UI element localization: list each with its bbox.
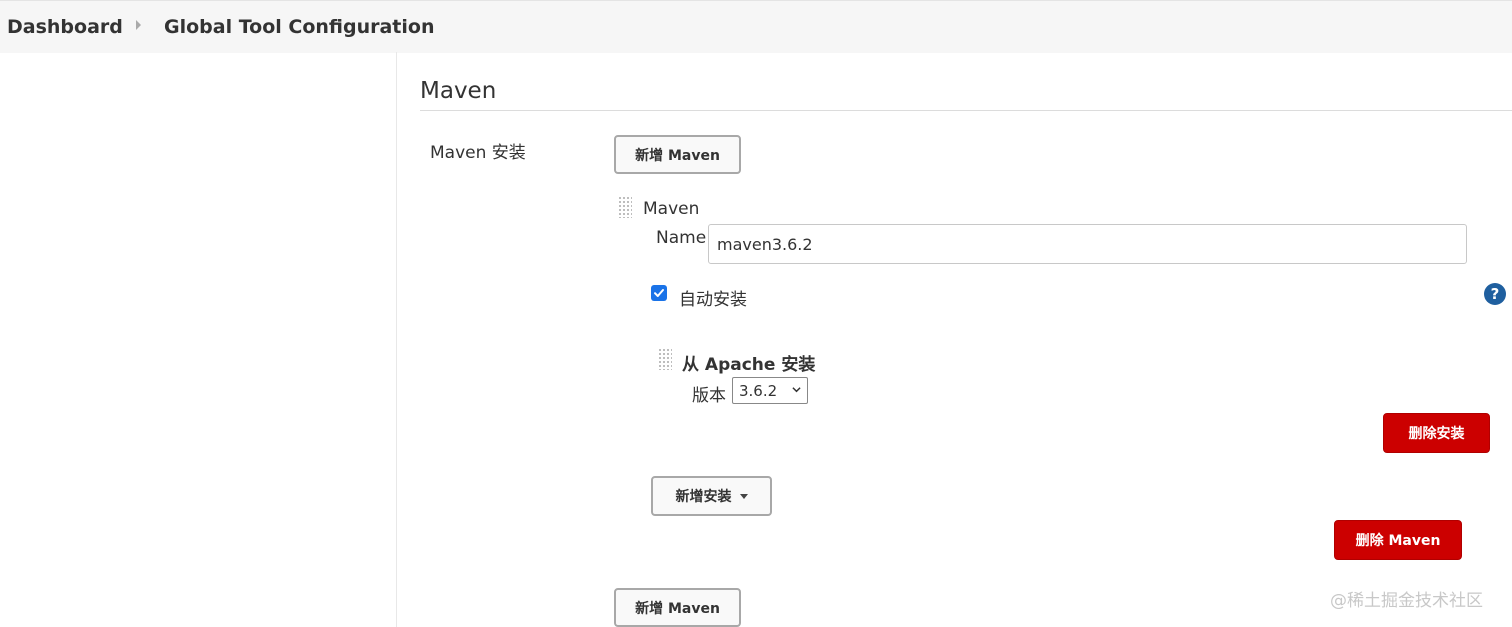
question-circle-icon[interactable]: ? (1484, 283, 1506, 305)
breadcrumb-dashboard[interactable]: Dashboard (7, 16, 123, 38)
add-maven-button[interactable]: 新增 Maven (614, 135, 741, 174)
breadcrumb-global-tool-configuration[interactable]: Global Tool Configuration (164, 16, 434, 38)
installation-header: Maven (643, 199, 700, 219)
auto-install-checkbox[interactable] (651, 285, 667, 301)
installer-title: 从 Apache 安装 (682, 355, 816, 375)
version-select-value: 3.6.2 (739, 381, 778, 400)
version-label: 版本 (692, 386, 726, 406)
breadcrumb-bar: Dashboard Global Tool Configuration (0, 0, 1512, 53)
sidebar-divider (396, 52, 397, 627)
section-title: Maven (420, 78, 497, 104)
breadcrumb-separator-icon (136, 20, 141, 30)
auto-install-label: 自动安装 (679, 290, 747, 310)
version-select[interactable]: 3.6.2 (732, 377, 808, 404)
caret-down-icon (739, 493, 748, 499)
watermark: @稀土掘金技术社区 (1330, 591, 1483, 611)
delete-maven-button[interactable]: 删除 Maven (1334, 520, 1462, 560)
section-divider (420, 110, 1512, 111)
name-input[interactable] (708, 224, 1467, 264)
installer-drag-handle-icon[interactable] (658, 348, 672, 370)
drag-handle-icon[interactable] (618, 196, 632, 218)
maven-install-label: Maven 安装 (430, 143, 526, 163)
delete-installer-button[interactable]: 删除安装 (1383, 413, 1490, 453)
checkmark-icon (654, 289, 664, 297)
name-label: Name (656, 228, 707, 248)
add-installer-label: 新增安装 (675, 489, 732, 505)
add-maven-bottom-button[interactable]: 新增 Maven (614, 588, 741, 627)
add-installer-button[interactable]: 新增安装 (651, 476, 772, 516)
chevron-down-icon (792, 387, 801, 393)
